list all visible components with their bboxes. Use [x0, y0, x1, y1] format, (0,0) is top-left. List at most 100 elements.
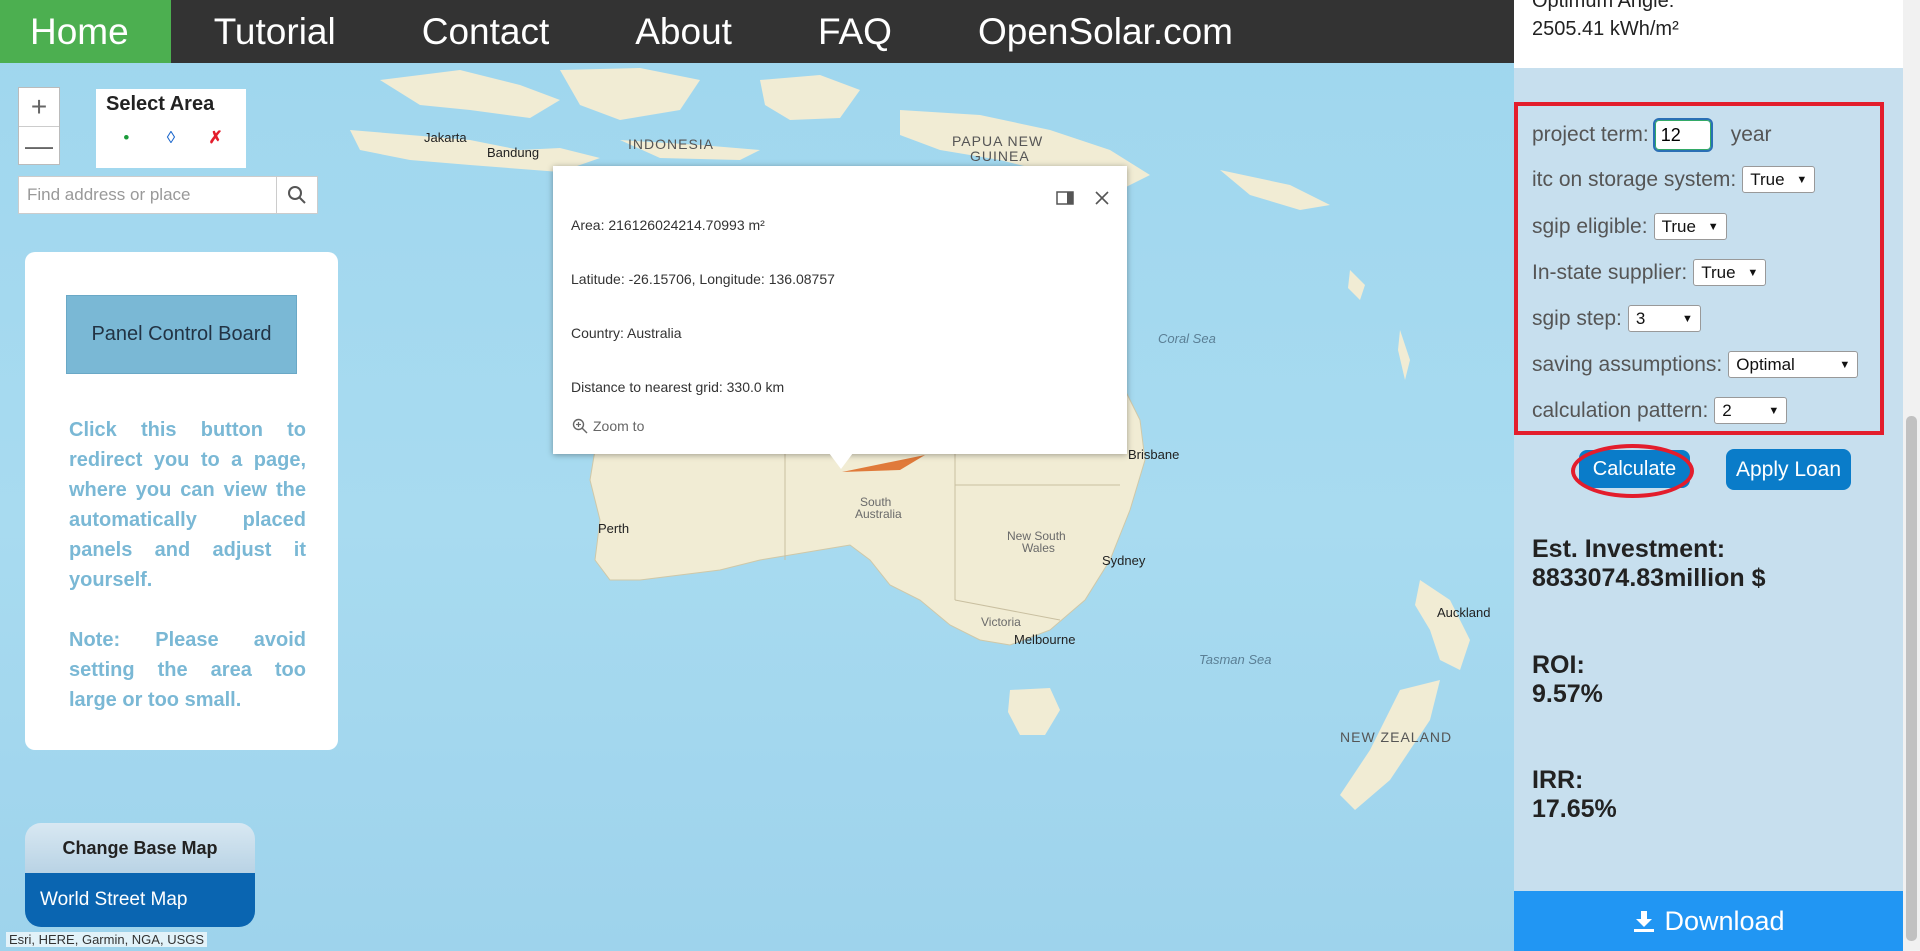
in-state-row: In-state supplier: True ▼: [1532, 259, 1767, 286]
nav-contact[interactable]: Contact: [379, 0, 593, 63]
sgip-step-label: sgip step:: [1532, 306, 1622, 330]
search-box: [18, 176, 318, 214]
search-button[interactable]: [276, 177, 317, 213]
nav-faq[interactable]: FAQ: [775, 0, 935, 63]
sgip-eligible-label: sgip eligible:: [1532, 214, 1648, 238]
irr-value: 17.65%: [1532, 795, 1617, 823]
map-label-auckland: Auckland: [1437, 605, 1491, 620]
zoom-out-button[interactable]: —: [19, 126, 59, 165]
investment-label: Est. Investment:: [1532, 535, 1726, 563]
panel-control-board-button[interactable]: Panel Control Board: [66, 295, 297, 374]
close-icon[interactable]: [1094, 190, 1110, 206]
parameters-box: project term: year itc on storage system…: [1514, 102, 1884, 435]
left-info-panel: Panel Control Board Click this button to…: [25, 252, 338, 750]
popup-coordinates: Latitude: -26.15706, Longitude: 136.0875…: [571, 271, 835, 287]
optimum-angle-label: Optimum Angle:: [1532, 0, 1675, 12]
download-label: Download: [1664, 905, 1785, 936]
basemap-option-world-street[interactable]: World Street Map: [25, 873, 255, 927]
pattern-row: calculation pattern: 2 ▼: [1532, 397, 1788, 424]
map-label-png-line2: GUINEA: [970, 148, 1030, 164]
in-state-value: True: [1701, 262, 1736, 282]
map-label-nsw-2: Wales: [1022, 541, 1055, 555]
roi-value: 9.57%: [1532, 680, 1603, 708]
nav-tutorial[interactable]: Tutorial: [171, 0, 379, 63]
map-label-new-zealand: NEW ZEALAND: [1340, 729, 1453, 745]
map-label-melbourne: Melbourne: [1014, 632, 1076, 647]
nav-opensolar[interactable]: OpenSolar.com: [935, 0, 1276, 63]
download-icon: [1634, 911, 1655, 932]
chevron-down-icon: ▼: [1707, 220, 1719, 233]
investment-value: 8833074.83million $: [1532, 564, 1766, 592]
pattern-value: 2: [1722, 400, 1732, 420]
select-area-title: Select Area: [106, 93, 215, 115]
chevron-down-icon: ▼: [1682, 312, 1693, 325]
popup-area: Area: 216126024214.70993 m²: [571, 217, 765, 233]
irr-label: IRR:: [1532, 766, 1584, 794]
project-term-label: project term:: [1532, 123, 1649, 146]
sgip-step-select[interactable]: 3 ▼: [1627, 305, 1701, 332]
itc-label: itc on storage system:: [1532, 167, 1737, 191]
saving-value: Optimal: [1736, 354, 1795, 374]
chevron-down-icon: ▼: [1747, 266, 1759, 279]
map-label-perth: Perth: [598, 521, 630, 536]
optimum-box: Optimum Angle: 2505.41 kWh/m²: [1514, 0, 1903, 68]
saving-select[interactable]: Optimal ▼: [1728, 351, 1859, 378]
select-area-tools: • ◊ ✗: [96, 128, 246, 148]
change-basemap-button[interactable]: Change Base Map: [25, 823, 255, 873]
roi-label: ROI:: [1532, 651, 1585, 679]
in-state-label: In-state supplier:: [1532, 260, 1688, 284]
top-navbar: Home Tutorial Contact About FAQ OpenSola…: [0, 0, 1514, 63]
chevron-down-icon: ▼: [1839, 358, 1851, 371]
nav-about[interactable]: About: [592, 0, 775, 63]
basemap-switcher: Change Base Map World Street Map: [25, 823, 255, 927]
map-label-brisbane: Brisbane: [1128, 447, 1180, 462]
map-label-bandung: Bandung: [487, 145, 540, 160]
scrollbar-thumb[interactable]: [1906, 416, 1917, 941]
project-term-input[interactable]: [1652, 118, 1713, 152]
zoom-in-icon: [572, 418, 588, 434]
apply-loan-button[interactable]: Apply Loan: [1726, 449, 1851, 490]
calculate-highlight: [1571, 444, 1694, 498]
page-scrollbar[interactable]: [1903, 0, 1920, 951]
nav-home[interactable]: Home: [0, 0, 171, 63]
pattern-select[interactable]: 2 ▼: [1714, 397, 1788, 424]
map-label-victoria: Victoria: [981, 615, 1021, 629]
map-label-south-australia-2: Australia: [855, 507, 902, 521]
project-term-unit: year: [1730, 123, 1772, 146]
point-tool-icon[interactable]: •: [111, 128, 141, 148]
popup-grid-distance: Distance to nearest grid: 330.0 km: [571, 379, 785, 395]
panel-note-text: Note: Please avoid setting the area too …: [69, 629, 306, 711]
select-area-panel: Select Area • ◊ ✗: [96, 89, 246, 168]
saving-row: saving assumptions: Optimal ▼: [1532, 351, 1859, 378]
itc-row: itc on storage system: True ▼: [1532, 166, 1816, 193]
dock-icon[interactable]: [1056, 191, 1074, 205]
sgip-eligible-select[interactable]: True ▼: [1653, 213, 1727, 240]
in-state-select[interactable]: True ▼: [1693, 259, 1767, 286]
clear-tool-icon[interactable]: ✗: [201, 128, 231, 148]
map-popup: Area: 216126024214.70993 m² Latitude: -2…: [553, 166, 1127, 454]
zoom-in-button[interactable]: +: [19, 88, 59, 126]
pattern-label: calculation pattern:: [1532, 398, 1709, 422]
zoom-control: + —: [18, 87, 60, 165]
map-label-sydney: Sydney: [1102, 553, 1146, 568]
zoom-to-label: Zoom to: [593, 418, 645, 434]
sgip-eligible-value: True: [1661, 216, 1696, 236]
chevron-down-icon: ▼: [1796, 173, 1808, 186]
panel-instruction-text: Click this button to redirect you to a p…: [69, 419, 306, 591]
download-button[interactable]: Download: [1514, 891, 1903, 951]
itc-select[interactable]: True ▼: [1742, 166, 1816, 193]
search-icon: [288, 186, 306, 204]
saving-label: saving assumptions:: [1532, 352, 1723, 376]
map-label-jakarta: Jakarta: [424, 130, 467, 145]
popup-actions: [1056, 190, 1110, 206]
search-input[interactable]: [19, 177, 276, 213]
sgip-step-value: 3: [1635, 308, 1646, 328]
polygon-tool-icon[interactable]: ◊: [156, 128, 186, 148]
right-results-panel: Optimum Angle: 2505.41 kWh/m² project te…: [1514, 0, 1903, 951]
map-label-indonesia: INDONESIA: [628, 136, 715, 152]
map-attribution: Esri, HERE, Garmin, NGA, USGS: [6, 932, 208, 947]
map-label-tasman-sea: Tasman Sea: [1199, 652, 1272, 667]
zoom-to-link[interactable]: Zoom to: [572, 418, 644, 434]
map-label-png-line1: PAPUA NEW: [952, 133, 1044, 149]
map-label-coral-sea: Coral Sea: [1158, 331, 1216, 346]
